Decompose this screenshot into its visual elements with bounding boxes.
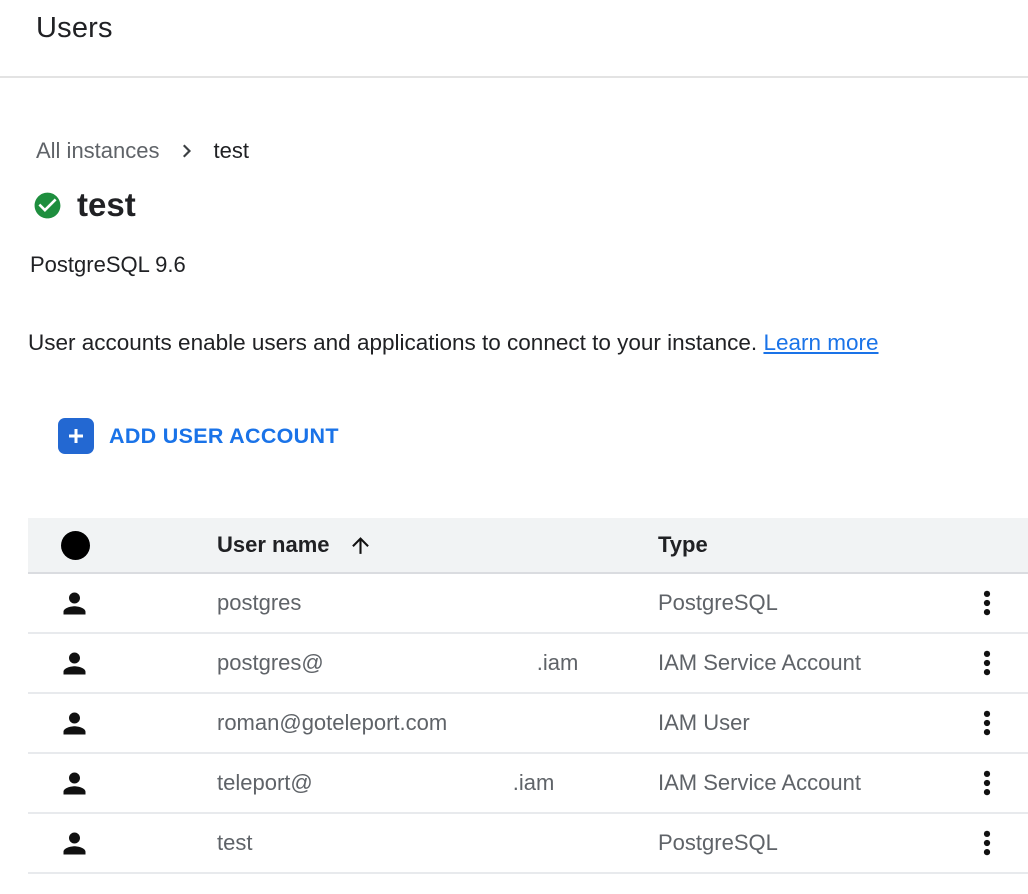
table-row: postgres@ .iam IAM Service Account: [28, 633, 1028, 693]
description: User accounts enable users and applicati…: [28, 330, 1028, 356]
redacted-gap: [324, 669, 537, 670]
user-name-header-label: User name: [217, 532, 330, 558]
type-cell: IAM User: [658, 710, 750, 735]
users-table: User name Type postgres PostgreS: [28, 518, 1028, 874]
type-header-label: Type: [658, 532, 708, 557]
add-user-account-button[interactable]: ADD USER ACCOUNT: [58, 418, 339, 454]
column-header-user-name[interactable]: User name: [217, 518, 658, 573]
table-header: User name Type: [28, 518, 1028, 573]
type-cell: IAM Service Account: [658, 770, 861, 795]
table-row: teleport@ .iam IAM Service Account: [28, 753, 1028, 813]
description-text: User accounts enable users and applicati…: [28, 330, 757, 355]
instance-name: test: [77, 186, 136, 224]
user-circle-icon: [61, 531, 90, 560]
more-vert-icon: [972, 648, 1002, 678]
more-vert-icon: [972, 588, 1002, 618]
more-vert-icon: [972, 828, 1002, 858]
table-row: postgres PostgreSQL: [28, 573, 1028, 633]
type-cell: PostgreSQL: [658, 830, 778, 855]
breadcrumb: All instances test: [36, 138, 1028, 164]
page-title: Users: [36, 12, 992, 45]
user-name-cell: postgres@: [217, 650, 324, 675]
check-circle-icon: [32, 190, 63, 221]
user-name-suffix: .iam: [537, 650, 579, 675]
add-user-account-label: ADD USER ACCOUNT: [109, 424, 339, 449]
person-icon: [58, 707, 217, 740]
user-name-cell: teleport@: [217, 770, 313, 795]
row-menu-button[interactable]: [972, 708, 1002, 738]
breadcrumb-current: test: [214, 138, 249, 164]
learn-more-link[interactable]: Learn more: [763, 330, 878, 355]
page-header: Users: [0, 0, 1028, 78]
row-menu-button[interactable]: [972, 648, 1002, 678]
redacted-gap: [313, 789, 513, 790]
person-icon: [58, 587, 217, 620]
instance-heading: test: [32, 186, 1028, 224]
sort-ascending-icon: [348, 533, 373, 558]
person-icon: [58, 647, 217, 680]
person-icon: [58, 767, 217, 800]
table-row: test PostgreSQL: [28, 813, 1028, 873]
type-cell: PostgreSQL: [658, 590, 778, 615]
person-icon: [58, 827, 217, 860]
instance-version: PostgreSQL 9.6: [30, 252, 1028, 278]
user-name-cell: roman@goteleport.com: [217, 710, 447, 735]
plus-icon: [58, 418, 94, 454]
header-row: User name Type: [28, 518, 1028, 573]
row-menu-button[interactable]: [972, 828, 1002, 858]
row-menu-button[interactable]: [972, 768, 1002, 798]
more-vert-icon: [972, 768, 1002, 798]
user-name-cell: postgres: [217, 590, 301, 615]
column-header-type: Type: [658, 518, 948, 573]
user-name-cell: test: [217, 830, 252, 855]
user-name-suffix: .iam: [513, 770, 555, 795]
table-row: roman@goteleport.com IAM User: [28, 693, 1028, 753]
more-vert-icon: [972, 708, 1002, 738]
content: All instances test test PostgreSQL 9.6 U…: [0, 138, 1028, 874]
chevron-right-icon: [174, 138, 200, 164]
type-cell: IAM Service Account: [658, 650, 861, 675]
breadcrumb-all-instances[interactable]: All instances: [36, 138, 160, 164]
row-menu-button[interactable]: [972, 588, 1002, 618]
